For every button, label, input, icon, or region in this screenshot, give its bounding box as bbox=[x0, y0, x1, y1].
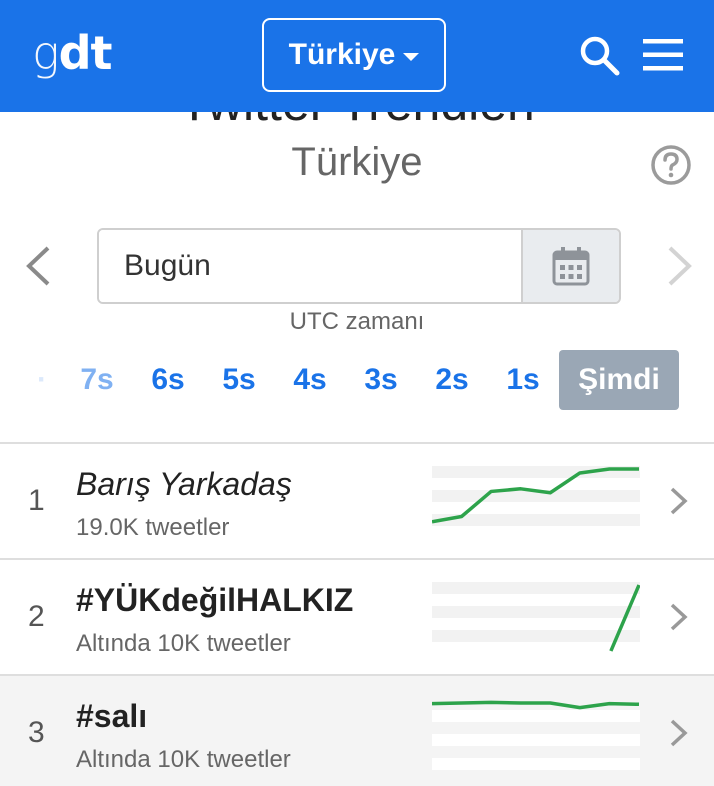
hour-1s[interactable]: 1s bbox=[493, 350, 553, 410]
country-title: Türkiye bbox=[291, 140, 423, 184]
calendar-button[interactable] bbox=[521, 230, 619, 302]
trend-tweet-count: 19.0K tweetler bbox=[76, 514, 230, 541]
chevron-right-icon[interactable] bbox=[668, 718, 690, 748]
trend-name[interactable]: #salı bbox=[76, 698, 147, 735]
sparkline-grid-band bbox=[432, 630, 640, 642]
sparkline-grid-band bbox=[432, 478, 640, 490]
logo-g: g bbox=[32, 26, 60, 80]
country-select-label: Türkiye bbox=[288, 38, 396, 71]
sparkline-grid-band bbox=[432, 606, 640, 618]
hour-5s[interactable]: 5s bbox=[209, 350, 269, 410]
top-bar: gdt Türkiye bbox=[0, 0, 714, 112]
trend-name[interactable]: #YÜKdeğilHALKIZ bbox=[76, 582, 353, 619]
sparkline-grid-band bbox=[432, 594, 640, 606]
logo-dt: dt bbox=[58, 26, 113, 80]
sparkline-grid-band bbox=[432, 710, 640, 722]
caret-down-icon bbox=[403, 53, 420, 61]
sparkline-grid-band bbox=[432, 734, 640, 746]
country-select-button[interactable]: Türkiye bbox=[262, 18, 446, 92]
search-icon[interactable] bbox=[578, 34, 620, 76]
sparkline-grid-band bbox=[432, 746, 640, 758]
chevron-right-icon[interactable] bbox=[668, 486, 690, 516]
chevron-left-icon[interactable] bbox=[22, 244, 54, 288]
trend-row[interactable]: 3 #salı Altında 10K tweetler bbox=[0, 674, 714, 786]
sparkline-grid-band bbox=[432, 502, 640, 514]
date-picker bbox=[97, 228, 621, 304]
hour-4s[interactable]: 4s bbox=[280, 350, 340, 410]
hour-8s[interactable]: · bbox=[12, 350, 72, 410]
chevron-right-icon[interactable] bbox=[664, 244, 696, 288]
trend-rank: 3 bbox=[28, 716, 45, 749]
trend-rank: 2 bbox=[28, 600, 45, 633]
sparkline-grid-band bbox=[432, 526, 640, 538]
hamburger-menu-icon[interactable] bbox=[642, 38, 684, 72]
trend-rank: 1 bbox=[28, 484, 45, 517]
sparkline-grid-band bbox=[432, 618, 640, 630]
trend-tweet-count: Altında 10K tweetler bbox=[76, 746, 291, 773]
trend-tweet-count: Altında 10K tweetler bbox=[76, 630, 291, 657]
trend-list: 1 Barış Yarkadaş 19.0K tweetler 2 #YÜKde… bbox=[0, 442, 714, 786]
question-circle-icon[interactable] bbox=[650, 144, 692, 186]
date-input[interactable] bbox=[99, 230, 521, 302]
hour-selector: · 7s 6s 5s 4s 3s 2s 1s Şimdi bbox=[0, 350, 714, 410]
trend-row[interactable]: 2 #YÜKdeğilHALKIZ Altında 10K tweetler bbox=[0, 558, 714, 674]
trend-sparkline bbox=[432, 466, 640, 538]
hour-now-button[interactable]: Şimdi bbox=[559, 350, 679, 410]
sparkline-grid-band bbox=[432, 758, 640, 770]
sparkline-grid-band bbox=[432, 642, 640, 654]
trend-row[interactable]: 1 Barış Yarkadaş 19.0K tweetler bbox=[0, 442, 714, 558]
chevron-right-icon[interactable] bbox=[668, 602, 690, 632]
trend-name[interactable]: Barış Yarkadaş bbox=[76, 466, 292, 503]
hour-6s[interactable]: 6s bbox=[138, 350, 198, 410]
sparkline-grid-band bbox=[432, 722, 640, 734]
sparkline-grid-band bbox=[432, 582, 640, 594]
trend-sparkline bbox=[432, 698, 640, 770]
trend-sparkline bbox=[432, 582, 640, 654]
hour-3s[interactable]: 3s bbox=[351, 350, 411, 410]
hour-7s[interactable]: 7s bbox=[67, 350, 127, 410]
gdt-logo[interactable]: gdt bbox=[32, 26, 113, 80]
utc-note: UTC zamanı bbox=[289, 308, 425, 335]
calendar-icon bbox=[552, 247, 590, 286]
hour-2s[interactable]: 2s bbox=[422, 350, 482, 410]
